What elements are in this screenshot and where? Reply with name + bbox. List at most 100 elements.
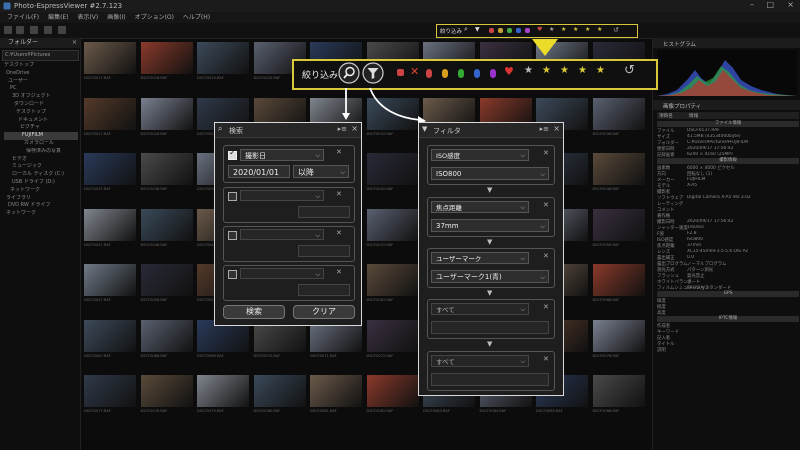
search-button[interactable]: 検索 — [223, 305, 285, 319]
filter-remove-icon[interactable]: ✕ — [543, 149, 549, 157]
thumbnail[interactable] — [140, 264, 193, 296]
folder-tree-item[interactable]: カメラロール — [4, 140, 78, 148]
search-condition-3-remove-icon[interactable]: ✕ — [336, 229, 342, 237]
menu-options[interactable]: オプション(O) — [135, 12, 174, 23]
menu-view[interactable]: 表示(V) — [77, 12, 98, 23]
thumbnail[interactable] — [84, 319, 136, 352]
filter-strip-search-icon[interactable]: ⌕ — [464, 25, 468, 34]
search-condition-2-remove-icon[interactable]: ✕ — [336, 190, 342, 198]
strip-mark-green-icon[interactable] — [507, 28, 512, 33]
mark-red-oval-icon[interactable] — [426, 69, 432, 78]
folder-tree-item[interactable]: 保存済みの写真 — [4, 148, 78, 156]
toolbar-rotate-icon[interactable] — [58, 26, 66, 34]
folder-tree-item[interactable]: DVD RW ドライブ — [4, 202, 78, 210]
reset-undo-icon[interactable]: ↺ — [624, 63, 635, 78]
filter-value-select[interactable]: ユーザーマーク1(青) ⌵ — [431, 270, 549, 283]
thumbnail[interactable] — [366, 375, 419, 407]
filter-value-select[interactable] — [431, 373, 549, 386]
filter-key-select[interactable]: ユーザーマーク ⌵ — [431, 252, 529, 264]
favorite-heart-icon[interactable]: ♥ — [504, 65, 514, 78]
rating-3-icon[interactable]: ★ — [578, 65, 587, 76]
search-date-op-select[interactable]: 以降 ⌵ — [293, 165, 349, 178]
mark-red-icon[interactable] — [397, 69, 404, 76]
thumbnail[interactable] — [84, 375, 136, 407]
thumbnail[interactable] — [140, 319, 193, 352]
filter-strip-funnel-icon[interactable]: ▼ — [475, 26, 480, 33]
thumbnail[interactable] — [197, 42, 249, 74]
close-icon[interactable]: × — [787, 0, 794, 9]
thumbnail[interactable] — [592, 208, 645, 241]
maximize-icon[interactable]: □ — [766, 0, 774, 9]
folder-tree-item[interactable]: FUJIFILM — [4, 132, 78, 140]
thumbnail[interactable] — [140, 153, 193, 185]
filter-key-select[interactable]: すべて ⌵ — [431, 355, 529, 367]
strip-mark-yellow-icon[interactable] — [498, 28, 503, 33]
folder-tree-item[interactable]: OneDrive — [4, 70, 78, 78]
folder-panel-close-icon[interactable]: × — [72, 38, 77, 48]
thumbnail[interactable] — [253, 375, 306, 407]
search-condition-4-remove-icon[interactable]: ✕ — [336, 268, 342, 276]
thumbnail[interactable] — [592, 153, 645, 185]
folder-tree-item[interactable]: ダウンロード — [4, 101, 78, 109]
search-condition-2-value[interactable] — [298, 206, 350, 218]
toolbar-folder-icon[interactable] — [30, 26, 38, 34]
search-condition-4-field[interactable]: ⌵ — [240, 268, 324, 279]
folder-tree-item[interactable]: ドキュメント — [4, 117, 78, 125]
mark-purple-icon[interactable] — [490, 69, 496, 78]
thumbnail[interactable] — [366, 264, 419, 296]
mark-clear-icon[interactable]: ✕ — [410, 65, 419, 78]
thumbnail[interactable] — [84, 42, 136, 74]
filter-dialog-pin-icon[interactable]: ▸≡ — [540, 125, 549, 133]
minimize-icon[interactable]: – — [750, 0, 754, 9]
strip-star-0-icon[interactable]: ★ — [549, 26, 554, 33]
folder-tree-item[interactable]: デスクトップ — [4, 62, 78, 70]
folder-tree-item[interactable]: デスクトップ — [4, 109, 78, 117]
folder-tree-item[interactable]: ライブラリ — [4, 195, 78, 203]
filter-key-select[interactable]: すべて ⌵ — [431, 303, 529, 315]
filter-value-select[interactable]: ISO800 ⌵ — [431, 167, 549, 180]
filter-dialog-close-icon[interactable]: × — [553, 124, 560, 133]
search-condition-3-checkbox[interactable] — [228, 231, 237, 240]
strip-star-2-icon[interactable]: ★ — [573, 26, 578, 33]
rating-4-icon[interactable]: ★ — [596, 65, 605, 76]
menu-help[interactable]: ヘルプ(H) — [183, 12, 210, 23]
thumbnail[interactable] — [366, 208, 419, 241]
folder-tree-item[interactable]: ユーザー — [4, 78, 78, 86]
filter-value-select[interactable] — [431, 321, 549, 334]
filter-remove-icon[interactable]: ✕ — [543, 355, 549, 363]
filter-value-select[interactable]: 37mm ⌵ — [431, 219, 549, 232]
search-field-select[interactable]: 撮影日 ⌵ — [240, 149, 324, 161]
filter-remove-icon[interactable]: ✕ — [543, 303, 549, 311]
thumbnail[interactable] — [592, 375, 645, 407]
toolbar-view-icon[interactable] — [44, 26, 52, 34]
thumbnail[interactable] — [592, 264, 645, 296]
folder-tree-item[interactable]: ネットワーク — [4, 187, 78, 195]
folder-tree-item[interactable]: ローカル ディスク (C:) — [4, 171, 78, 179]
thumbnail[interactable] — [84, 97, 136, 130]
filter-remove-icon[interactable]: ✕ — [543, 201, 549, 209]
search-condition-3-value[interactable] — [298, 245, 350, 257]
thumbnail[interactable] — [84, 264, 136, 296]
thumbnail[interactable] — [140, 42, 193, 74]
strip-undo-icon[interactable]: ↺ — [613, 26, 619, 34]
folder-tree-item[interactable]: ネットワーク — [4, 210, 78, 218]
search-condition-2-checkbox[interactable] — [228, 192, 237, 201]
rating-2-icon[interactable]: ★ — [560, 65, 569, 76]
mark-blue-icon[interactable] — [474, 69, 480, 78]
toolbar-forward-icon[interactable] — [16, 26, 24, 34]
folder-tree-item[interactable]: ミュージック — [4, 163, 78, 171]
clear-button[interactable]: クリア — [293, 305, 355, 319]
menu-edit[interactable]: 編集(E) — [48, 12, 68, 23]
mark-yellow-icon[interactable] — [442, 69, 448, 78]
thumbnail[interactable] — [84, 208, 136, 241]
folder-tree-item[interactable]: 3D オブジェクト — [4, 93, 78, 101]
strip-star-4-icon[interactable]: ★ — [597, 26, 602, 33]
folder-tree-item[interactable]: USB ドライブ (D:) — [4, 179, 78, 187]
thumbnail[interactable] — [84, 153, 136, 185]
search-condition-3-field[interactable]: ⌵ — [240, 229, 324, 240]
thumbnail[interactable] — [592, 97, 645, 130]
folder-tree-item[interactable]: PC — [4, 85, 78, 93]
thumbnail[interactable] — [310, 375, 362, 407]
strip-mark-blue-icon[interactable] — [516, 28, 521, 33]
search-condition-2-field[interactable]: ⌵ — [240, 190, 324, 201]
